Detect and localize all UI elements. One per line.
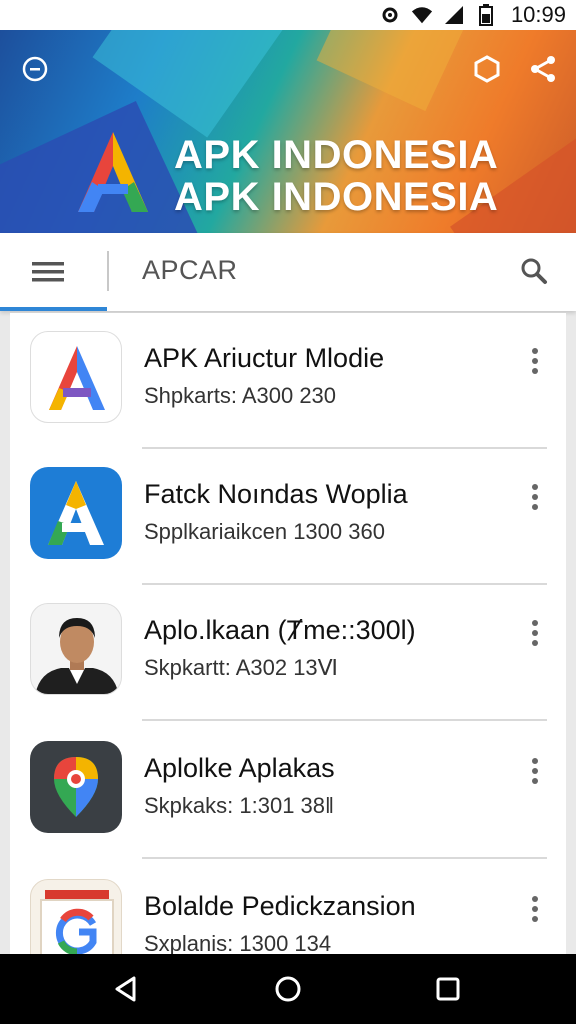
home-icon[interactable] <box>273 974 303 1004</box>
wifi-icon <box>411 4 433 26</box>
list-item[interactable]: APK Ariuctur Mlodie Shpkarts: A300 230 <box>10 313 566 449</box>
banner-title: APK INDONESIA APK INDONESIA <box>174 134 498 218</box>
app-name: Bolalde Pedickzansion <box>144 891 416 921</box>
app-meta: Shpkarts: A300 230 <box>144 383 337 408</box>
search-icon[interactable] <box>518 255 550 287</box>
apk-logo-icon <box>70 128 156 218</box>
list-item[interactable]: Fatck Noındas Woplia Spplkariaikcen 1300… <box>10 449 566 585</box>
banner-title-line2: APK INDONESIA <box>174 175 499 219</box>
banner-title-line1: APK INDONESIA <box>174 133 499 177</box>
search-divider <box>107 251 109 291</box>
minus-circle-icon[interactable] <box>22 56 48 82</box>
more-vert-icon[interactable] <box>526 617 544 649</box>
person-photo-icon <box>30 603 122 695</box>
app-name: APK Ariuctur Mlodie <box>144 343 385 373</box>
apk-logo-blue-icon <box>30 467 122 559</box>
hamburger-menu-icon[interactable] <box>30 257 68 287</box>
more-vert-icon[interactable] <box>526 481 544 513</box>
app-meta: Sxplanis: 1300 134 <box>144 931 332 954</box>
more-vert-icon[interactable] <box>526 893 544 925</box>
hexagon-icon[interactable] <box>472 54 502 84</box>
search-bar: APCAR <box>0 233 576 311</box>
app-name: Aplolke Aplakas <box>144 753 335 783</box>
share-icon[interactable] <box>528 54 558 84</box>
list-item[interactable]: Aplolke Aplakas Skpkaks: 1:301 38‖ <box>10 723 566 859</box>
status-bar: 10:99 <box>0 0 576 30</box>
app-list: APK Ariuctur Mlodie Shpkarts: A300 230 F… <box>10 313 566 954</box>
apk-logo-colorful-icon <box>30 331 122 423</box>
list-item[interactable]: Bolalde Pedickzansion Sxplanis: 1300 134 <box>10 861 566 954</box>
recents-icon[interactable] <box>433 974 463 1004</box>
settings-gear-icon <box>379 4 401 26</box>
status-time: 10:99 <box>510 2 566 27</box>
list-divider <box>142 857 547 859</box>
maps-pin-logo-icon <box>30 741 122 833</box>
search-input[interactable]: APCAR <box>142 255 238 286</box>
list-item[interactable]: Aplo.lkaan (Ⱦme::300l) Skpkartt: A302 13… <box>10 585 566 721</box>
google-g-logo-icon <box>30 879 122 954</box>
more-vert-icon[interactable] <box>526 755 544 787</box>
active-tab-indicator <box>0 307 107 311</box>
app-meta: Skpkaks: 1:301 38‖ <box>144 793 335 818</box>
app-meta: Skpkartt: A302 13Ⅵ <box>144 655 338 680</box>
header-banner: APK INDONESIA APK INDONESIA <box>0 30 576 233</box>
app-name: Fatck Noındas Woplia <box>144 479 408 509</box>
battery-icon <box>475 4 497 26</box>
list-divider <box>142 719 547 721</box>
app-name: Aplo.lkaan (Ⱦme::300l) <box>144 615 416 645</box>
more-vert-icon[interactable] <box>526 345 544 377</box>
navigation-bar <box>0 954 576 1024</box>
back-icon[interactable] <box>112 974 142 1004</box>
app-meta: Spplkariaikcen 1300 360 <box>144 519 385 544</box>
signal-icon <box>443 4 465 26</box>
